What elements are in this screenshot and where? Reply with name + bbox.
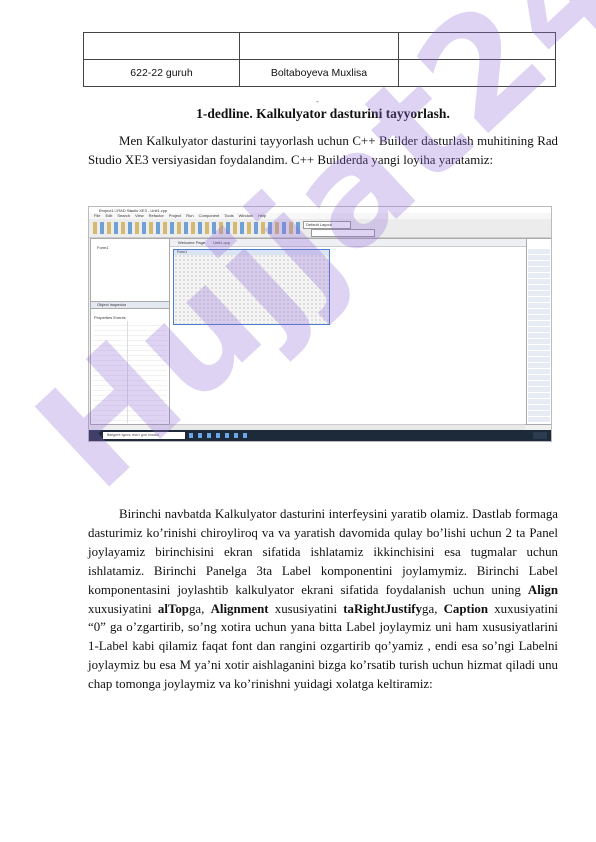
body-text: Birinchi navbatda Kalkulyator dasturini …: [88, 507, 558, 597]
menu-view: View: [135, 213, 144, 218]
group-cell: 622-22 guruh: [83, 59, 240, 87]
tab-unit1: Unit1.cpp: [213, 240, 230, 245]
object-inspector-header: Object Inspector: [91, 301, 169, 309]
body-paragraph: Birinchi navbatda Kalkulyator dasturini …: [88, 505, 558, 694]
project-item-form1: Form1: [97, 245, 109, 250]
project-panel: Form1 Object Inspector Properties Events: [90, 238, 170, 425]
menu-refactor: Refactor: [148, 213, 164, 218]
ide-toolbar: Default Layout: [89, 219, 551, 238]
menu-file: File: [94, 213, 101, 218]
header-cell: [398, 32, 556, 60]
tab-welcome: Welcome Page: [178, 240, 206, 245]
small-mark: -: [316, 97, 319, 106]
windows-taskbar: Введите здесь текст для поиска: [89, 430, 551, 441]
term-altop: alTop: [157, 601, 189, 616]
document-title: 1-dedline. Kalkulyator dasturini tayyorl…: [196, 106, 450, 121]
menu-search: Search: [117, 213, 131, 218]
ide-screenshot: Project1 - RAD Studio XE3 - Unit1.cpp – …: [88, 206, 552, 442]
body-text: xuxusiyatini: [88, 601, 158, 616]
taskbar-search: Введите здесь текст для поиска: [103, 432, 185, 439]
menu-edit: Edit: [105, 213, 113, 218]
header-table: 622-22 guruh Boltaboyeva Muxlisa: [83, 32, 556, 87]
menu-tools: Tools: [224, 213, 234, 218]
header-row-1: [83, 32, 556, 60]
tool-palette-items: [528, 249, 550, 422]
menu-run: Run: [186, 213, 194, 218]
layout-combo: Default Layout: [303, 221, 351, 229]
term-tarightjustify: taRightJustify: [343, 601, 423, 616]
body-text: xususiyatini: [268, 601, 344, 616]
form-designer: Form1: [173, 249, 330, 325]
tool-palette: [526, 238, 551, 425]
taskbar-app-icons: [189, 433, 249, 438]
term-align: Align: [527, 582, 558, 597]
design-area: Welcome Page Unit1.cpp Form1: [169, 238, 527, 425]
term-alignment: Alignment: [210, 601, 269, 616]
header-cell: [398, 59, 556, 87]
intro-paragraph: Men Kalkulyator dasturini tayyorlash uch…: [88, 134, 558, 167]
student-name-cell: Boltaboyeva Muxlisa: [239, 59, 399, 87]
design-tabs: Welcome Page Unit1.cpp: [170, 239, 526, 247]
menu-project: Project: [168, 213, 182, 218]
platform-combo: [311, 229, 375, 237]
inspector-rows: [93, 321, 167, 423]
inspector-tabs: Properties Events: [94, 315, 126, 320]
header-cell: [83, 32, 240, 60]
header-cell: [239, 32, 399, 60]
body-text: ga,: [422, 601, 444, 616]
body-text: ga,: [188, 601, 211, 616]
taskbar-clock: [533, 432, 547, 439]
header-row-2: 622-22 guruh Boltaboyeva Muxlisa: [83, 59, 556, 87]
menu-window: Window: [238, 213, 253, 218]
menu-help: Help: [257, 213, 267, 218]
toolbar-icons: [93, 222, 303, 234]
menu-component: Component: [198, 213, 220, 218]
form-caption: Form1: [174, 250, 329, 255]
term-caption: Caption: [443, 601, 489, 616]
